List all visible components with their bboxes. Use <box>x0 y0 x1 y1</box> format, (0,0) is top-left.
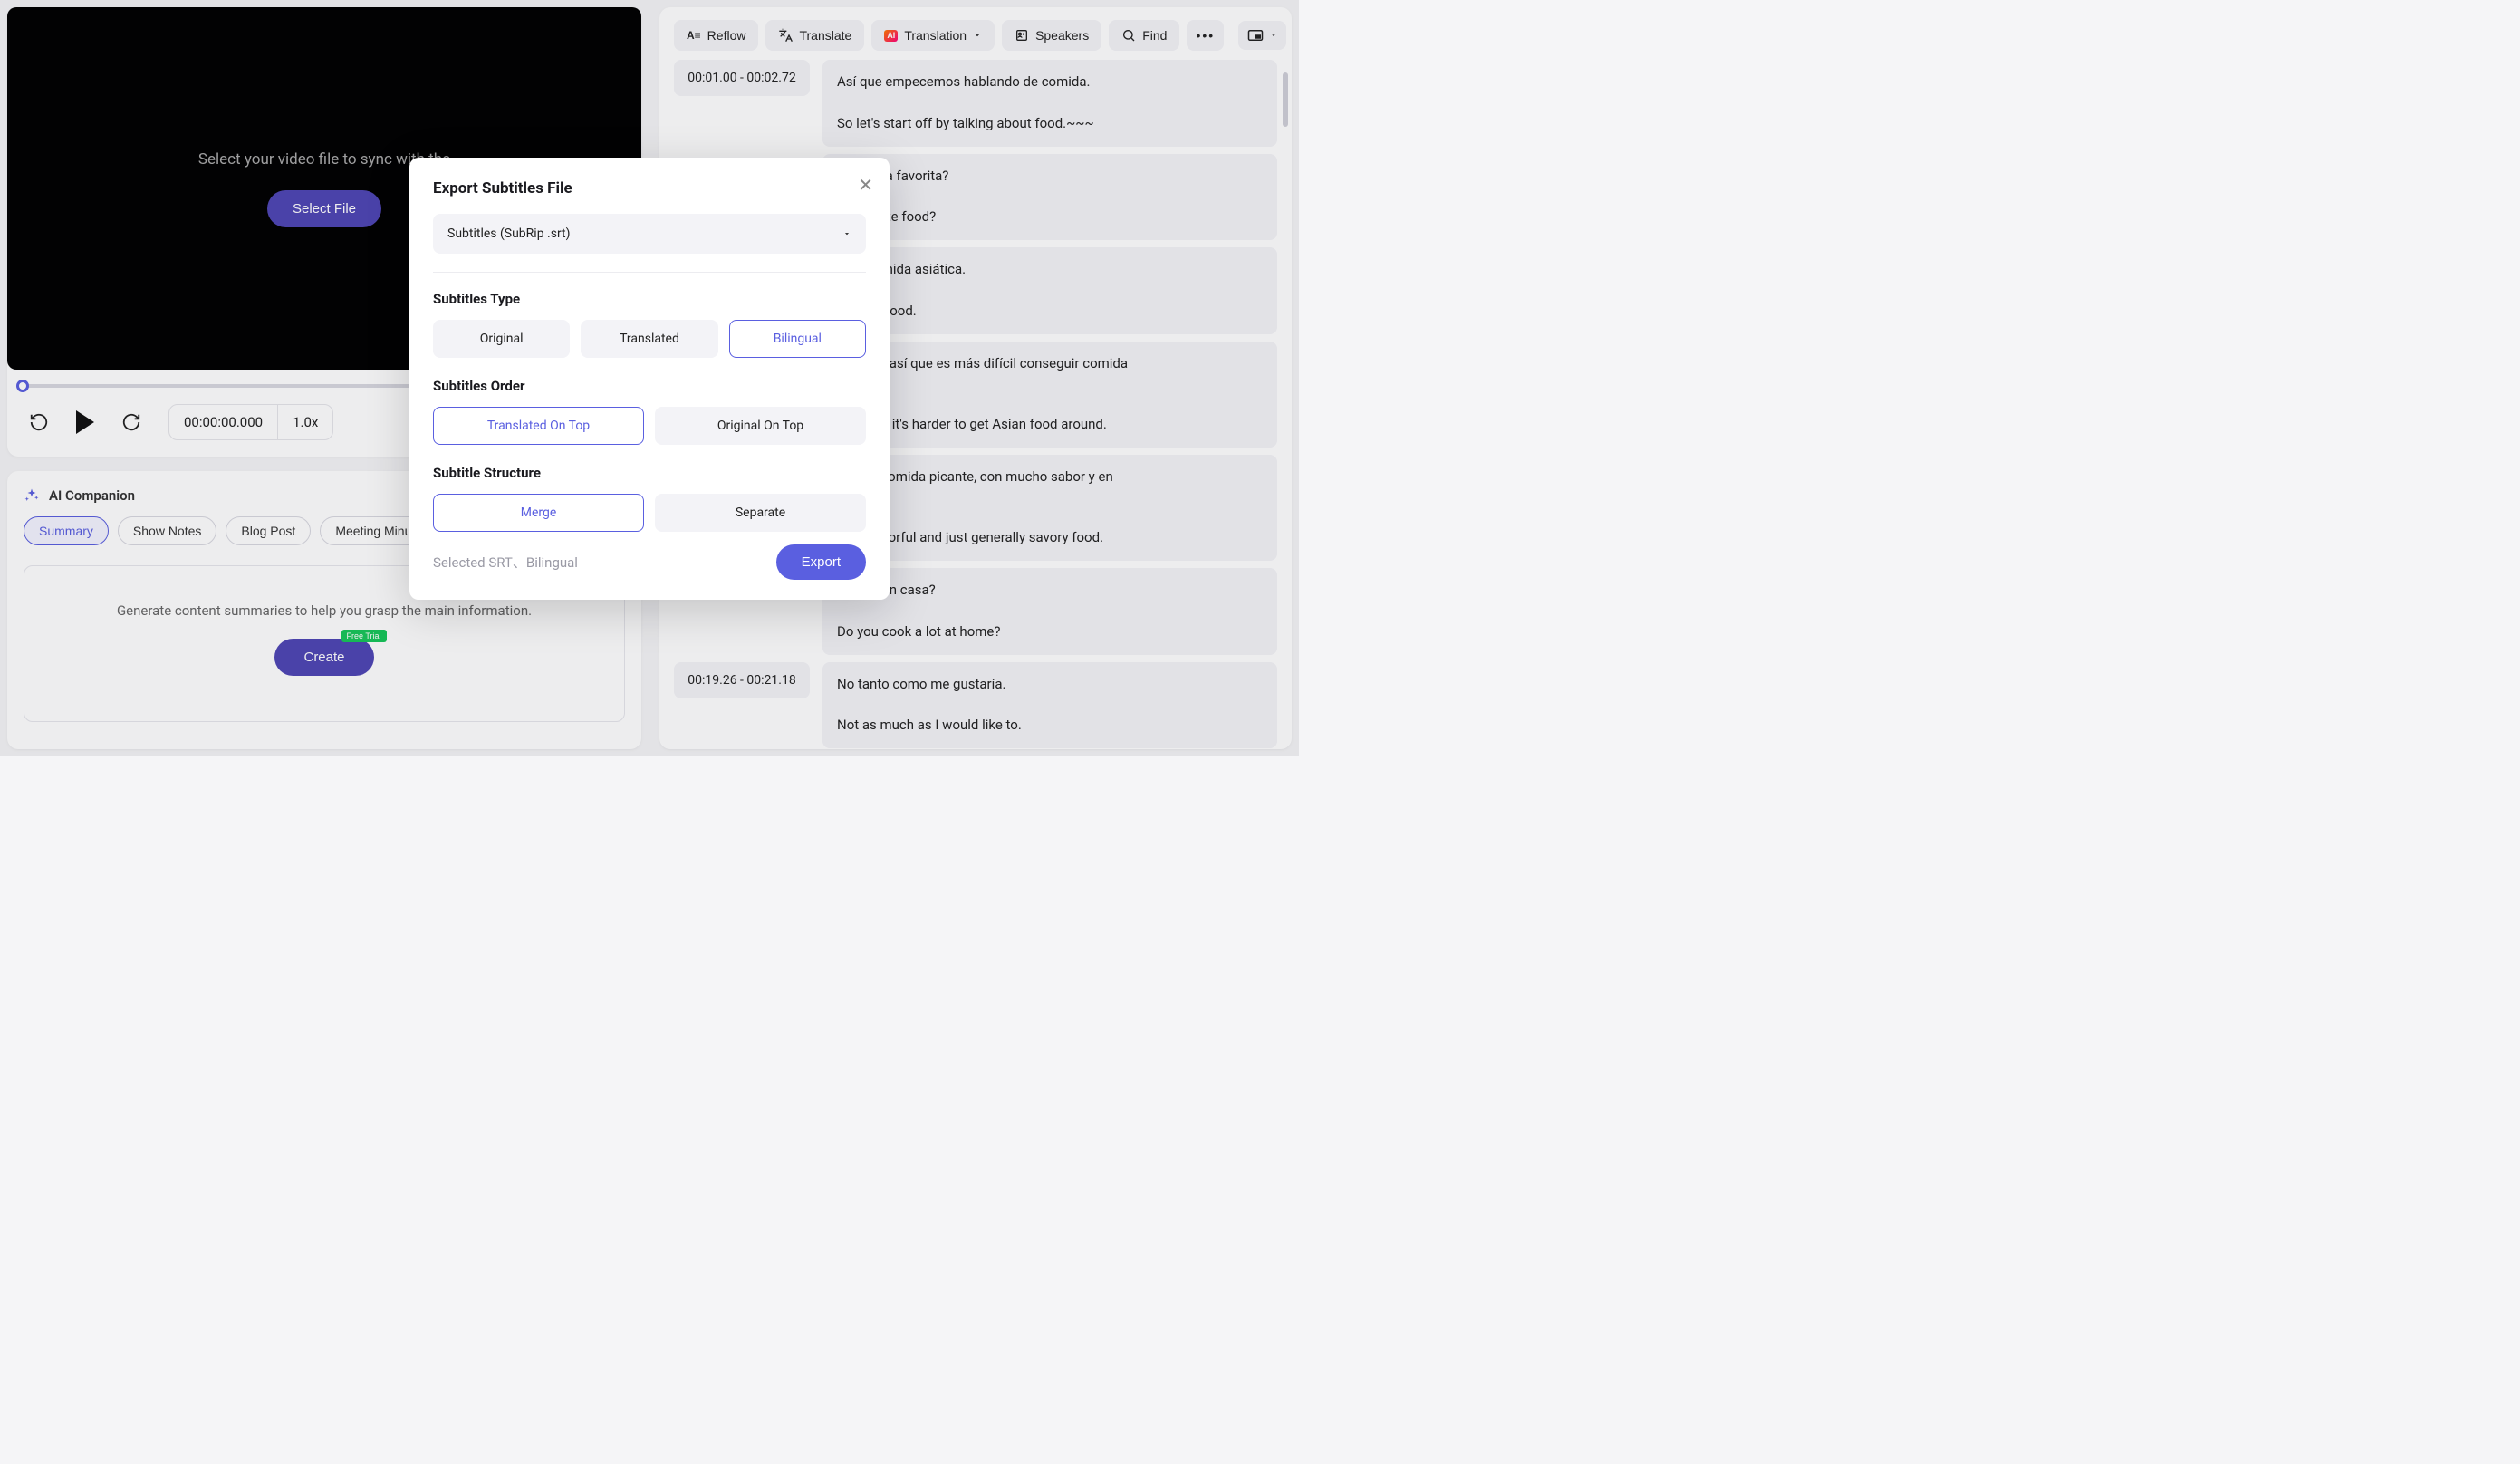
close-icon: ✕ <box>858 176 873 196</box>
structure-option-separate[interactable]: Separate <box>655 494 866 532</box>
subtitle-structure-title: Subtitle Structure <box>433 465 866 481</box>
chevron-down-icon <box>842 229 851 238</box>
format-select[interactable]: Subtitles (SubRip .srt) <box>433 214 866 254</box>
structure-option-merge[interactable]: Merge <box>433 494 644 532</box>
export-button[interactable]: Export <box>776 544 866 580</box>
export-subtitles-modal: ✕ Export Subtitles File Subtitles (SubRi… <box>409 158 890 600</box>
type-option-translated[interactable]: Translated <box>581 320 717 358</box>
divider <box>433 272 866 273</box>
subtitles-type-title: Subtitles Type <box>433 291 866 307</box>
close-button[interactable]: ✕ <box>858 174 873 197</box>
order-option-translated-on-top[interactable]: Translated On Top <box>433 407 644 445</box>
subtitles-order-title: Subtitles Order <box>433 378 866 394</box>
type-option-bilingual[interactable]: Bilingual <box>729 320 866 358</box>
modal-overlay: ✕ Export Subtitles File Subtitles (SubRi… <box>0 0 1299 756</box>
selected-summary: Selected SRT、Bilingual <box>433 553 578 572</box>
modal-title: Export Subtitles File <box>433 179 866 197</box>
type-option-original[interactable]: Original <box>433 320 570 358</box>
order-option-original-on-top[interactable]: Original On Top <box>655 407 866 445</box>
